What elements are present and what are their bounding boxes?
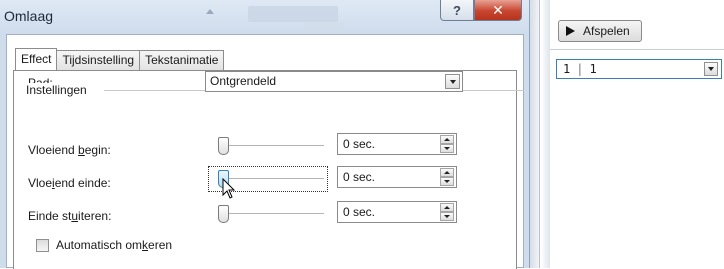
- help-icon: ?: [453, 2, 461, 18]
- spin-up-button[interactable]: [440, 135, 454, 144]
- spin-down-button[interactable]: [440, 177, 454, 186]
- spinner-buttons: [440, 168, 454, 186]
- separator: |: [576, 62, 584, 76]
- smooth-end-value: 0 sec.: [343, 170, 376, 184]
- animation-dropdown-button[interactable]: [704, 62, 718, 76]
- play-button-label: Afspelen: [583, 24, 630, 38]
- animation-list-item[interactable]: 1 | 1: [556, 59, 722, 79]
- spin-up-button[interactable]: [440, 168, 454, 177]
- play-icon: [566, 26, 575, 36]
- close-icon: ✕: [492, 1, 504, 18]
- spinner-buttons: [440, 135, 454, 153]
- spin-up-button[interactable]: [440, 203, 454, 212]
- background-arrow-icon: [206, 9, 214, 14]
- animation-name: 1: [589, 62, 597, 76]
- pane-divider: [550, 49, 724, 50]
- tab-strip: Effect Tijdsinstelling Tekstanimatie: [15, 48, 225, 70]
- play-button[interactable]: Afspelen: [558, 20, 642, 42]
- animation-order: 1: [563, 62, 571, 76]
- background-blur: [248, 6, 338, 22]
- smooth-start-slider[interactable]: [218, 135, 324, 157]
- background-blur-sub: [304, 23, 344, 31]
- path-dropdown-value: Ontgrendeld: [210, 74, 277, 88]
- spinner-buttons: [440, 203, 454, 221]
- splitter-line: [539, 0, 540, 268]
- arrow-up-icon: [444, 171, 450, 174]
- bounce-end-label: Einde stuiteren:: [28, 209, 112, 223]
- chevron-down-icon: [708, 67, 714, 71]
- arrow-down-icon: [444, 147, 450, 150]
- arrow-up-icon: [444, 138, 450, 141]
- bounce-end-value: 0 sec.: [343, 205, 376, 219]
- slider-track: [222, 213, 324, 215]
- settings-group-label: Instellingen: [26, 83, 91, 97]
- arrow-up-icon: [444, 206, 450, 209]
- tab-effect[interactable]: Effect: [15, 48, 58, 70]
- mouse-pointer-icon: [222, 178, 236, 199]
- smooth-end-spinner[interactable]: 0 sec.: [337, 166, 457, 188]
- slider-thumb[interactable]: [218, 137, 229, 155]
- spin-down-button[interactable]: [440, 144, 454, 153]
- smooth-start-value: 0 sec.: [343, 137, 376, 151]
- auto-reverse-checkbox[interactable]: [36, 238, 49, 252]
- animation-pane: Afspelen 1 | 1: [550, 0, 724, 268]
- dialog-titlebar[interactable]: Omlaag ? ✕: [0, 0, 530, 34]
- path-dropdown-button[interactable]: [445, 74, 460, 89]
- smooth-start-label: Vloeiend begin:: [28, 143, 111, 157]
- chevron-down-icon: [449, 79, 456, 84]
- bounce-end-slider[interactable]: [218, 203, 324, 225]
- slider-track: [222, 145, 324, 147]
- help-button[interactable]: ?: [440, 0, 474, 21]
- dialog-title: Omlaag: [4, 8, 54, 24]
- auto-reverse-label: Automatisch omkeren: [56, 238, 173, 252]
- bounce-end-spinner[interactable]: 0 sec.: [337, 201, 457, 223]
- auto-reverse-option[interactable]: Automatisch omkeren: [36, 238, 172, 252]
- smooth-start-spinner[interactable]: 0 sec.: [337, 133, 457, 155]
- path-dropdown[interactable]: Ontgrendeld: [205, 71, 463, 92]
- arrow-down-icon: [444, 180, 450, 183]
- arrow-down-icon: [444, 215, 450, 218]
- tab-timing[interactable]: Tijdsinstelling: [56, 50, 141, 70]
- spin-down-button[interactable]: [440, 212, 454, 221]
- slider-track: [222, 178, 324, 180]
- smooth-end-label: Vloeiend einde:: [28, 176, 111, 190]
- slider-thumb[interactable]: [218, 205, 229, 223]
- close-button[interactable]: ✕: [474, 0, 522, 21]
- tab-text-animation[interactable]: Tekstanimatie: [139, 50, 225, 70]
- pane-splitter[interactable]: [530, 0, 550, 268]
